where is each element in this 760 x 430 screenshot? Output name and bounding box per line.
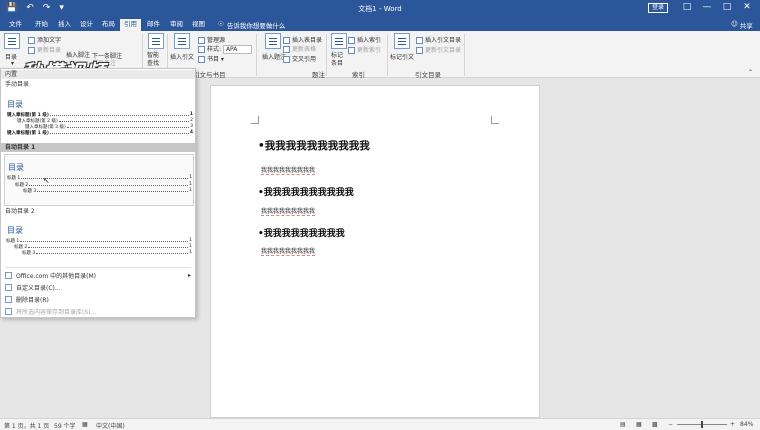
login-button[interactable]: 登录 xyxy=(648,3,668,13)
insert-table-figures-button[interactable]: 插入表目录 xyxy=(283,35,322,44)
mark-citation-button[interactable]: 标记引文 xyxy=(390,52,414,61)
section-auto-toc-1: 自动目录 1 xyxy=(1,143,195,152)
mark-entry-button[interactable]: 标记条目 xyxy=(331,52,343,68)
tab-insert[interactable]: 插入 xyxy=(54,19,75,31)
crop-mark xyxy=(491,116,499,124)
heading-1[interactable]: •我我我我我我我我我我 xyxy=(258,138,370,153)
toc-preview-line: 标题 11 xyxy=(7,175,192,181)
tab-layout[interactable]: 布局 xyxy=(98,19,119,31)
ribbon-tabs: 文件 开始 插入 设计 布局 引用 邮件 审阅 视图 ☉ 告诉我你想要做什么 ☺… xyxy=(0,17,760,31)
smart-lookup-button[interactable]: 智能查找 xyxy=(147,52,163,68)
body-text[interactable]: 我我我我我我我我我 xyxy=(261,165,316,175)
add-text-button[interactable]: 添加文字 xyxy=(28,35,61,44)
mark-citation-icon[interactable] xyxy=(394,33,410,49)
toc-icon[interactable] xyxy=(4,33,20,49)
person-icon: ☺ xyxy=(731,20,738,28)
tab-mailings[interactable]: 邮件 xyxy=(143,19,164,31)
lightbulb-icon: ☉ xyxy=(218,20,224,28)
section-builtin: 内置 xyxy=(1,70,195,79)
ribbon-display-icon[interactable]: □ xyxy=(680,2,694,12)
zoom-level[interactable]: 84% xyxy=(740,421,753,428)
body-text[interactable]: 我我我我我我我我我 xyxy=(261,246,316,256)
maximize-icon[interactable]: □ xyxy=(720,2,734,12)
toc-preview-line: 键入章标题(第 1 级) 4 xyxy=(7,130,193,136)
print-layout-icon[interactable]: ▦ xyxy=(636,421,642,428)
document-page[interactable]: •我我我我我我我我我我 我我我我我我我我我 •我我我我我我我我我我 我我我我我我… xyxy=(210,85,540,418)
ribbon-separator xyxy=(256,34,257,76)
toc-preview-line: 标题 31 xyxy=(23,188,192,194)
toc-dropdown-panel: 内置 手动目录 目录 键入章标题(第 1 级) 1 键入章标题(第 2 级) 2 键… xyxy=(0,68,196,318)
zoom-out-icon[interactable]: − xyxy=(668,421,673,428)
auto-toc-1-title: 目录 xyxy=(8,163,24,172)
toc-dropdown-icon[interactable]: ▾ xyxy=(11,60,14,67)
close-icon[interactable]: ✕ xyxy=(740,2,754,12)
update-table-button[interactable]: 更新表格 xyxy=(283,44,316,53)
save-selection-toc-item[interactable]: 将所选内容保存到目录库(S)... xyxy=(5,307,191,316)
update-index-button[interactable]: 更新索引 xyxy=(348,45,381,54)
save-selection-icon xyxy=(5,308,12,315)
tab-file[interactable]: 文件 xyxy=(5,19,26,31)
crop-mark xyxy=(251,116,259,124)
minimize-icon[interactable]: — xyxy=(700,2,714,12)
language-indicator[interactable]: 中文(中国) xyxy=(96,421,125,430)
menu-divider xyxy=(5,267,191,268)
word-count[interactable]: 59 个字 xyxy=(54,421,76,430)
manual-toc-title: 目录 xyxy=(7,100,23,109)
tab-home[interactable]: 开始 xyxy=(31,19,52,31)
insert-caption-icon[interactable] xyxy=(265,33,281,49)
tell-me-placeholder: 告诉我你想要做什么 xyxy=(226,22,286,30)
manage-sources-button[interactable]: 管理源 xyxy=(198,35,225,44)
auto-toc-2-title: 目录 xyxy=(7,226,23,235)
submenu-arrow-icon: ▸ xyxy=(187,272,191,279)
insert-toa-button[interactable]: 插入引文目录 xyxy=(416,35,461,44)
insert-citation-icon[interactable] xyxy=(174,33,190,49)
page-count[interactable]: 第 1 页，共 1 页 xyxy=(4,421,49,430)
update-toc-button[interactable]: 更新目录 xyxy=(28,45,61,54)
zoom-in-icon[interactable]: + xyxy=(730,421,735,428)
window-title: 文档1 - Word xyxy=(358,5,402,13)
smart-lookup-icon[interactable] xyxy=(148,33,164,49)
custom-toc-icon xyxy=(5,284,12,291)
insert-citation-button[interactable]: 插入引文 xyxy=(170,52,194,61)
zoom-slider-thumb[interactable] xyxy=(701,421,703,428)
collapse-ribbon-icon[interactable]: ⌃ xyxy=(748,69,753,76)
toc-preview-line: 标题 31 xyxy=(22,250,192,256)
tell-me-box[interactable]: ☉ 告诉我你想要做什么 xyxy=(218,20,285,30)
more-toc-office-item[interactable]: Office.com 中的其他目录(M) ▸ xyxy=(5,271,191,280)
read-mode-icon[interactable]: ▤ xyxy=(620,421,626,428)
update-toa-button[interactable]: 更新引文目录 xyxy=(416,45,461,54)
heading-1[interactable]: •我我我我我我我我我 xyxy=(258,226,345,239)
web-layout-icon[interactable]: ▩ xyxy=(652,421,658,428)
body-text[interactable]: 我我我我我我我我我 xyxy=(261,206,316,216)
section-manual-toc: 手动目录 xyxy=(5,81,30,88)
office-icon xyxy=(5,272,12,279)
heading-2[interactable]: •我我我我我我我我我我 xyxy=(258,185,354,198)
auto-toc-1-gallery-item[interactable]: 目录 标题 11 标题 21 标题 31 ↖ xyxy=(4,154,194,206)
tab-review[interactable]: 审阅 xyxy=(166,19,187,31)
tab-references[interactable]: 引用 xyxy=(120,19,141,31)
insert-index-button[interactable]: 插入索引 xyxy=(348,35,381,44)
share-label: 共享 xyxy=(739,22,753,30)
title-bar: 💾 ↶ ↷ ▾ 文档1 - Word 登录 □ — □ ✕ xyxy=(0,0,760,17)
tab-view[interactable]: 视图 xyxy=(188,19,209,31)
remove-toc-icon xyxy=(5,296,12,303)
mark-entry-icon[interactable] xyxy=(331,33,347,49)
mouse-cursor-icon: ↖ xyxy=(43,176,50,185)
tab-design[interactable]: 设计 xyxy=(76,19,97,31)
section-auto-toc-2: 自动目录 2 xyxy=(5,208,35,215)
ribbon-separator xyxy=(387,34,388,76)
remove-toc-item[interactable]: 删除目录(R) xyxy=(5,295,191,304)
share-button[interactable]: ☺ 共享 xyxy=(731,20,753,30)
citation-style-select[interactable]: 样式: APA xyxy=(198,44,253,54)
ribbon-separator xyxy=(464,34,465,76)
custom-toc-item[interactable]: 自定义目录(C)... xyxy=(5,283,191,292)
ribbon-separator xyxy=(326,34,327,76)
proofing-icon[interactable]: ▦ xyxy=(82,421,88,428)
cross-reference-button[interactable]: 交叉引用 xyxy=(283,54,316,63)
status-bar: 第 1 页，共 1 页 59 个字 ▦ 中文(中国) ▤ ▦ ▩ − + 84% xyxy=(0,418,760,430)
bibliography-button[interactable]: 书目 ▾ xyxy=(198,54,224,63)
